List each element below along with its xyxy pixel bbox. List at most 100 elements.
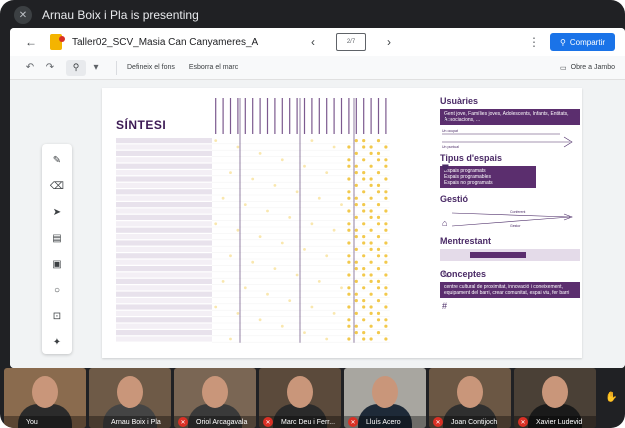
- pen-icon[interactable]: ✎: [47, 152, 67, 168]
- jam-frame[interactable]: SÍNTESI Usuàries Gent jove, Famílies jov…: [102, 88, 582, 358]
- matrix-row-label: [116, 298, 212, 304]
- participant-tile[interactable]: Xavier Ludevid ✕: [514, 368, 596, 428]
- users-icon: ⁂: [442, 113, 451, 123]
- matrix-dot: [376, 215, 381, 219]
- matrix-dot: [354, 235, 358, 239]
- more-options-icon[interactable]: ⋮: [528, 35, 540, 49]
- sticky-note-icon[interactable]: ▤: [47, 230, 67, 246]
- matrix-dot: [369, 183, 373, 187]
- matrix-dot: [362, 286, 366, 290]
- matrix-row-label: [116, 176, 212, 182]
- participant-face: [32, 376, 58, 408]
- participant-tile[interactable]: You: [4, 368, 86, 428]
- matrix-dot: [376, 267, 381, 271]
- matrix-row-label: [116, 214, 212, 220]
- laser-icon[interactable]: ✦: [47, 334, 67, 350]
- tipus-item: Espais no programats: [444, 180, 493, 186]
- participant-tile[interactable]: Marc Deu i Ferr... ✕: [259, 368, 341, 428]
- matrix-dot: [340, 203, 343, 206]
- matrix-column-header: [259, 98, 261, 134]
- matrix-column-header: [237, 98, 239, 134]
- matrix-dot: [384, 292, 388, 296]
- matrix-row-label: [116, 182, 212, 188]
- participant-name: You: [4, 416, 86, 428]
- next-frame-icon[interactable]: ›: [378, 35, 400, 49]
- matrix-dot: [266, 209, 269, 213]
- matrix-dot: [376, 203, 381, 207]
- matrix-dot: [347, 286, 351, 290]
- matrix-dot: [288, 216, 292, 219]
- share-button[interactable]: ⚲ Compartir: [550, 33, 615, 51]
- matrix-column-header: [289, 98, 291, 134]
- tipus-heading: Tipus d'espais: [440, 153, 502, 163]
- matrix-dot: [325, 254, 329, 258]
- matrix-dot: [347, 337, 351, 341]
- right-panel: Usuàries Gent jove, Famílies joves, Adol…: [440, 94, 580, 298]
- matrix-column-header: [318, 98, 320, 134]
- redo-icon[interactable]: ↷: [40, 62, 60, 73]
- participant-tile[interactable]: Lluís Acero ✕: [344, 368, 426, 428]
- page-indicator[interactable]: 2/7: [336, 33, 366, 51]
- matrix-dot: [229, 171, 232, 174]
- matrix-dot: [251, 177, 255, 181]
- clear-frame-button[interactable]: Esborra el marc: [189, 64, 238, 71]
- set-background-button[interactable]: Defineix el fons: [127, 64, 175, 71]
- matrix-dot: [362, 305, 366, 309]
- matrix-dot: [362, 158, 366, 162]
- matrix-dot: [384, 318, 388, 322]
- matrix-dot: [369, 241, 373, 245]
- matrix-dot: [376, 286, 381, 290]
- document-title[interactable]: Taller02_SCV_Masia Can Canyameres_A: [72, 37, 302, 48]
- matrix-column-header: [229, 98, 232, 134]
- matrix-dot: [354, 196, 358, 200]
- eraser-icon[interactable]: ⌫: [47, 178, 67, 194]
- raise-hand-icon[interactable]: ✋: [605, 392, 621, 408]
- matrix-dot: [236, 312, 240, 315]
- matrix-dot: [347, 324, 351, 328]
- matrix-dot: [243, 203, 247, 206]
- matrix-dot: [273, 267, 277, 270]
- image-icon[interactable]: ▣: [47, 256, 67, 272]
- matrix-dot: [303, 164, 306, 168]
- text-box-icon[interactable]: ⊡: [47, 308, 67, 324]
- undo-icon[interactable]: ↶: [20, 62, 40, 73]
- matrix-dot: [384, 196, 388, 200]
- back-icon[interactable]: ←: [20, 35, 42, 49]
- matrix-row-label: [116, 259, 212, 265]
- select-icon[interactable]: ➤: [47, 204, 67, 220]
- participant-tile[interactable]: Oriol Arcagavala ✕: [174, 368, 256, 428]
- matrix-column-header: [281, 98, 283, 134]
- matrix-dot: [376, 139, 381, 143]
- matrix-dot: [347, 228, 351, 232]
- matrix-dot: [362, 203, 366, 207]
- open-in-jamboard-button[interactable]: ▭ Obre a Jambo: [560, 64, 615, 72]
- matrix-dot: [317, 196, 321, 200]
- matrix-dot: [295, 190, 299, 194]
- matrix-dot: [376, 254, 381, 258]
- matrix-row-label: [116, 227, 212, 233]
- participant-tile[interactable]: Joan Contijoch ✕: [429, 368, 511, 428]
- matrix-dot: [317, 280, 321, 283]
- matrix-column-header: [377, 98, 380, 134]
- participant-strip: You Arnau Boix i Pla Oriol Arcagavala ✕ Marc…: [0, 368, 625, 428]
- meet-window: ✕ Arnau Boix i Pla is presenting ← Talle…: [0, 0, 625, 428]
- shield-icon: ⛊: [442, 163, 449, 173]
- circle-icon[interactable]: ○: [47, 282, 67, 298]
- matrix-dot: [236, 145, 240, 149]
- matrix-dot: [354, 203, 358, 207]
- matrix-dot: [376, 171, 381, 175]
- matrix-dot: [347, 318, 351, 322]
- zoom-icon[interactable]: ⚲: [66, 59, 86, 76]
- matrix-dot: [347, 222, 351, 226]
- matrix-row-label: [116, 234, 212, 240]
- matrix-dot: [310, 222, 314, 226]
- matrix-dot: [214, 222, 218, 226]
- matrix-dot: [303, 331, 306, 334]
- participant-tile[interactable]: Arnau Boix i Pla: [89, 368, 171, 428]
- zoom-dropdown-icon[interactable]: ▾: [86, 62, 106, 73]
- prev-frame-icon[interactable]: ‹: [302, 35, 324, 49]
- matrix-dot: [258, 235, 262, 239]
- close-presentation-icon[interactable]: ✕: [14, 6, 32, 24]
- matrix-row-label: [116, 253, 212, 259]
- app-titlebar: ← Taller02_SCV_Masia Can Canyameres_A ‹ …: [10, 28, 625, 56]
